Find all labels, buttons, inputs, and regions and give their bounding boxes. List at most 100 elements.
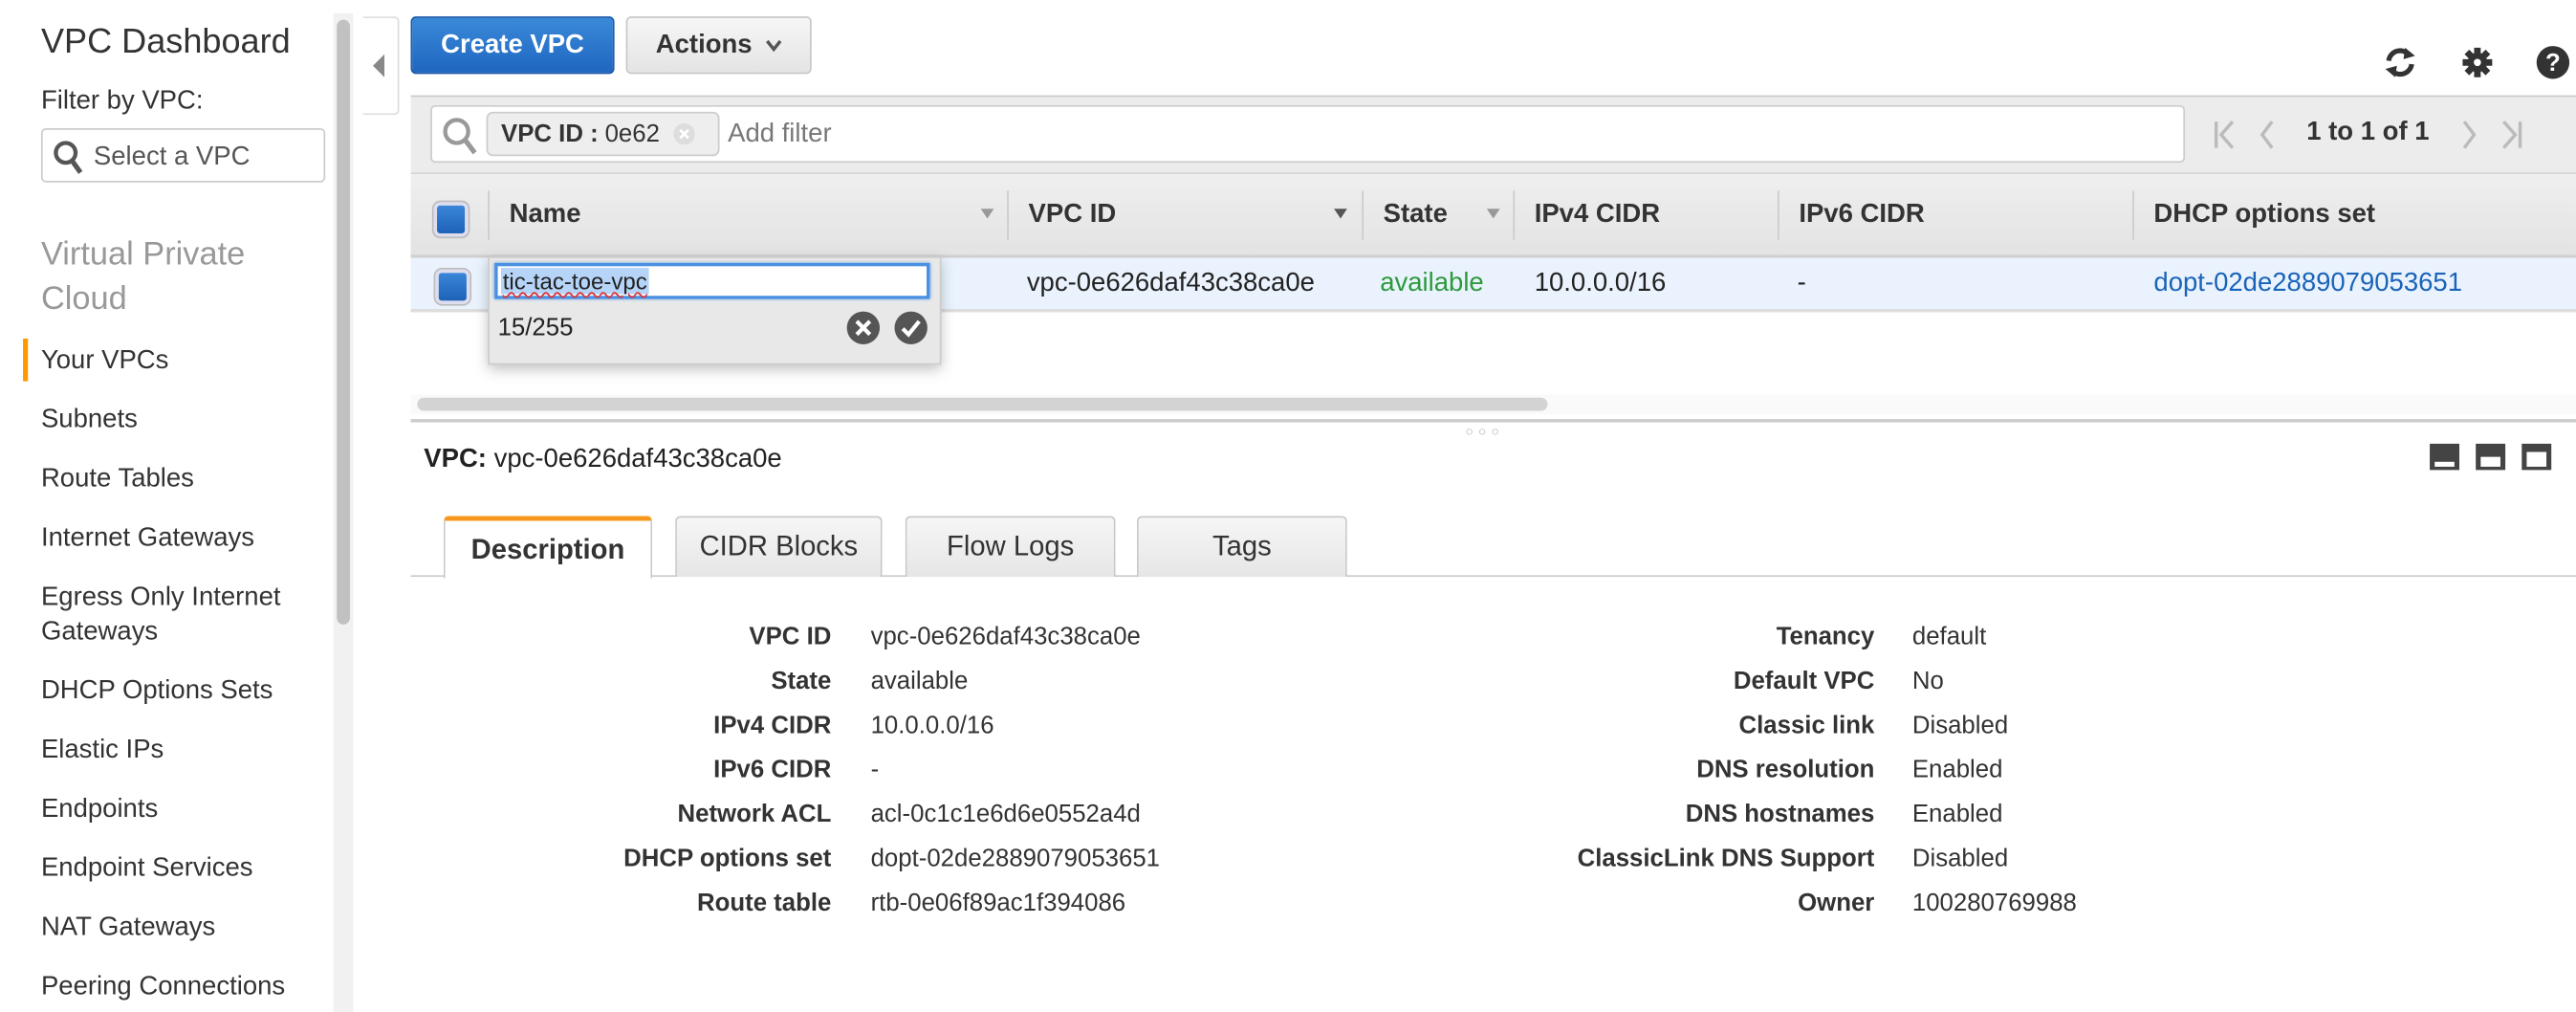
cell-dhcp-options-set[interactable]: dopt-02de2889079053651 [2153, 270, 2462, 299]
collapse-sidebar-button[interactable] [362, 16, 400, 116]
select-vpc-input[interactable]: Select a VPC [40, 128, 326, 183]
filter-chip-vpc-id[interactable]: VPC ID : 0e62 [486, 111, 720, 157]
remove-filter-icon[interactable] [672, 122, 695, 145]
select-all-checkbox[interactable] [433, 202, 469, 237]
label-vpc-id: VPC ID [749, 623, 832, 651]
value-dns-hostnames: Enabled [1911, 800, 2003, 828]
column-divider [2132, 190, 2134, 240]
name-character-counter: 15/255 [497, 314, 574, 342]
column-divider [1007, 190, 1009, 240]
gear-icon[interactable] [2457, 43, 2497, 82]
label-dns-hostnames: DNS hostnames [1685, 800, 1875, 828]
cell-ipv6-cidr: - [1797, 269, 1806, 297]
sidebar-item-peering-connections[interactable]: Peering Connections [41, 970, 320, 1004]
help-icon[interactable]: ? [2533, 43, 2572, 82]
create-vpc-button[interactable]: Create VPC [410, 16, 615, 75]
tab-flow-logs[interactable]: Flow Logs [905, 516, 1116, 578]
sidebar-item-dhcp-options-sets[interactable]: DHCP Options Sets [41, 673, 320, 708]
select-vpc-placeholder: Select a VPC [93, 143, 251, 171]
resize-handle-icon[interactable]: ○○○ [1466, 424, 1504, 438]
column-header-name[interactable]: Name [510, 201, 581, 231]
value-network-acl[interactable]: acl-0c1c1e6d6e0552a4d [871, 801, 1141, 828]
tab-description[interactable]: Description [443, 516, 653, 579]
value-default-vpc: No [1911, 667, 1944, 695]
column-header-state[interactable]: State [1384, 201, 1448, 231]
sidebar-item-your-vpcs[interactable]: Your VPCs [41, 343, 320, 378]
name-editor-value: tic-tac-toe-vpc [501, 268, 649, 295]
value-state: available [870, 667, 969, 695]
column-header-ipv6-cidr[interactable]: IPv6 CIDR [1799, 201, 1924, 231]
sidebar-item-elastic-ips[interactable]: Elastic IPs [41, 733, 320, 767]
actions-label: Actions [655, 30, 753, 58]
value-owner: 100280769988 [1911, 889, 2077, 917]
sidebar-scrollbar-thumb[interactable] [337, 19, 350, 625]
column-header-vpc-id[interactable]: VPC ID [1029, 201, 1117, 231]
value-classic-link: Disabled [1911, 711, 2009, 740]
value-ipv4-cidr: 10.0.0.0/16 [870, 711, 994, 740]
details-title: VPC: vpc-0e626daf43c38ca0e [424, 446, 781, 475]
active-indicator [23, 338, 29, 382]
sort-caret-icon[interactable] [1334, 209, 1347, 219]
last-page-icon[interactable] [2500, 120, 2523, 149]
next-page-icon[interactable] [2461, 120, 2478, 149]
value-route-table[interactable]: rtb-0e06f89ac1f394086 [871, 889, 1126, 916]
cell-vpc-id: vpc-0e626daf43c38ca0e [1026, 269, 1315, 297]
column-divider [1777, 190, 1779, 240]
sort-caret-icon[interactable] [980, 209, 994, 219]
label-network-acl: Network ACL [677, 800, 832, 828]
column-header-dhcp-options-set[interactable]: DHCP options set [2153, 201, 2375, 231]
column-divider [1513, 190, 1516, 240]
label-owner: Owner [1798, 889, 1875, 917]
value-vpc-id: vpc-0e626daf43c38ca0e [870, 623, 1141, 651]
pane-resize-divider[interactable] [410, 419, 2576, 423]
save-edit-icon[interactable] [894, 311, 928, 345]
column-divider [1362, 190, 1364, 240]
name-editor-input[interactable]: tic-tac-toe-vpc [494, 262, 930, 299]
filter-chip-value: 0e62 [604, 120, 660, 148]
sidebar-item-egress-only-internet-gateways[interactable]: Egress Only Internet Gateways [41, 580, 304, 649]
row-checkbox[interactable] [435, 269, 470, 304]
pane-maximize-icon[interactable] [2521, 443, 2552, 471]
search-icon [443, 118, 477, 155]
label-tenancy: Tenancy [1776, 623, 1875, 651]
sidebar-group-heading: Virtual Private Cloud [40, 236, 246, 318]
label-default-vpc: Default VPC [1733, 667, 1875, 695]
label-dns-resolution: DNS resolution [1696, 756, 1875, 784]
cell-state: available [1380, 269, 1484, 297]
label-dhcp-options-set: DHCP options set [623, 845, 832, 873]
sidebar-item-internet-gateways[interactable]: Internet Gateways [41, 521, 320, 556]
sidebar-item-route-tables[interactable]: Route Tables [41, 462, 320, 496]
sidebar-title[interactable]: VPC Dashboard [41, 23, 291, 62]
tab-tags[interactable]: Tags [1136, 516, 1347, 578]
previous-page-icon[interactable] [2259, 120, 2275, 149]
column-header-ipv4-cidr[interactable]: IPv4 CIDR [1535, 201, 1660, 231]
sort-caret-icon[interactable] [1486, 209, 1500, 219]
cancel-edit-icon[interactable] [846, 311, 881, 345]
add-filter-placeholder[interactable]: Add filter [728, 120, 831, 149]
cell-ipv4-cidr: 10.0.0.0/16 [1534, 269, 1667, 297]
search-icon [54, 141, 83, 174]
refresh-icon[interactable] [2381, 43, 2420, 82]
sidebar-item-nat-gateways[interactable]: NAT Gateways [41, 911, 320, 945]
pagination-text: 1 to 1 of 1 [2306, 118, 2430, 146]
chevron-down-icon [765, 39, 782, 52]
chevron-left-icon [373, 54, 385, 77]
table-scrollbar-thumb[interactable] [417, 397, 1548, 411]
value-dhcp-options-set[interactable]: dopt-02de2889079053651 [871, 845, 1160, 872]
details-title-label: VPC: [424, 445, 487, 473]
column-divider [488, 190, 490, 240]
label-classiclink-dns-support: ClassicLink DNS Support [1577, 845, 1875, 873]
actions-button[interactable]: Actions [625, 16, 812, 75]
value-tenancy: default [1911, 623, 1987, 651]
sidebar-item-endpoints[interactable]: Endpoints [41, 792, 320, 826]
label-route-table: Route table [697, 889, 832, 917]
sidebar-item-subnets[interactable]: Subnets [41, 403, 320, 437]
svg-text:?: ? [2545, 50, 2561, 77]
pane-minimize-icon[interactable] [2430, 443, 2459, 471]
pane-half-icon[interactable] [2476, 443, 2506, 471]
label-classic-link: Classic link [1738, 711, 1875, 740]
first-page-icon[interactable] [2213, 120, 2236, 149]
sidebar-item-endpoint-services[interactable]: Endpoint Services [41, 851, 320, 886]
tab-cidr-blocks[interactable]: CIDR Blocks [675, 516, 883, 578]
filter-by-vpc-label: Filter by VPC: [40, 87, 204, 116]
